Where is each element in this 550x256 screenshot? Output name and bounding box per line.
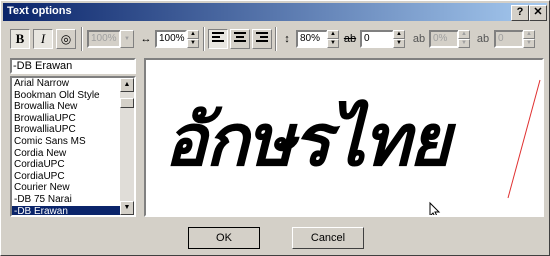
subscript-spinner: ▲ ▼ xyxy=(458,30,470,48)
subscript-field: 0% xyxy=(429,30,459,48)
close-button[interactable]: ✕ xyxy=(529,5,547,21)
char-spacing-icon: ↔ xyxy=(140,33,152,45)
align-center-icon xyxy=(234,32,246,42)
scroll-down-button[interactable]: ▼ xyxy=(120,201,134,215)
align-left-button[interactable] xyxy=(208,29,228,49)
ok-button[interactable]: OK xyxy=(188,227,260,249)
toolbar-separator xyxy=(275,27,277,51)
slant-guide-line xyxy=(507,79,541,199)
help-button[interactable]: ? xyxy=(511,5,529,21)
window-title: Text options xyxy=(7,5,72,17)
align-center-button[interactable] xyxy=(230,29,250,49)
width-scale-field: 100% xyxy=(87,30,121,48)
font-list[interactable]: Arial Narrow Bookman Old Style Browallia N… xyxy=(10,76,136,217)
text-options-dialog: Text options ? ✕ B I ◎ 100% ▼ ↔ 100% ▲ ▼ … xyxy=(0,0,550,256)
font-list-item[interactable]: Bookman Old Style xyxy=(12,90,134,102)
align-right-button[interactable] xyxy=(252,29,272,49)
kerning-field[interactable]: 0 xyxy=(360,30,394,48)
mouse-cursor-icon xyxy=(429,201,441,215)
font-list-item[interactable]: -DB 75 Narai xyxy=(12,194,134,206)
preview-guides xyxy=(429,79,541,215)
subscript-icon: ab xyxy=(412,33,426,45)
outline-button[interactable]: ◎ xyxy=(56,29,76,49)
char-spacing-field[interactable]: 100% xyxy=(155,30,187,48)
char-spacing-spinner[interactable]: ▲ ▼ xyxy=(187,30,199,48)
scroll-thumb[interactable] xyxy=(120,98,134,108)
bold-button[interactable]: B xyxy=(10,29,30,49)
text-preview: อักษรไทย xyxy=(144,58,544,217)
font-name-input[interactable]: -DB Erawan xyxy=(10,58,136,74)
superscript-icon: ab xyxy=(476,33,490,45)
scroll-up-button[interactable]: ▲ xyxy=(120,78,134,92)
title-bar[interactable]: Text options ? ✕ xyxy=(3,3,547,21)
cancel-button[interactable]: Cancel xyxy=(292,227,364,249)
font-list-items: Arial Narrow Bookman Old Style Browallia N… xyxy=(12,78,134,215)
kerning-icon: ab xyxy=(343,33,357,45)
italic-button[interactable]: I xyxy=(33,29,53,49)
font-list-item[interactable]: CordiaUPC xyxy=(12,171,134,183)
font-list-item[interactable]: BrowalliaUPC xyxy=(12,124,134,136)
font-list-item[interactable]: Arial Narrow xyxy=(12,78,134,90)
align-left-icon xyxy=(212,32,224,42)
font-list-item[interactable]: Cordia New xyxy=(12,148,134,160)
font-list-item[interactable]: BrowalliaUPC xyxy=(12,113,134,125)
superscript-field: 0 xyxy=(494,30,524,48)
font-list-item[interactable]: Browallia New xyxy=(12,101,134,113)
line-spacing-field[interactable]: 80% xyxy=(296,30,328,48)
kerning-spinner[interactable]: ▲ ▼ xyxy=(393,30,405,48)
font-list-item[interactable]: Courier New xyxy=(12,182,134,194)
font-list-scrollbar[interactable]: ▲ ▼ xyxy=(120,78,134,215)
superscript-spinner: ▲ ▼ xyxy=(523,30,535,48)
font-list-item[interactable]: CordiaUPC xyxy=(12,159,134,171)
line-spacing-spinner[interactable]: ▲ ▼ xyxy=(327,30,339,48)
align-right-icon xyxy=(256,32,268,42)
font-list-item[interactable]: -DB Erawan xyxy=(12,205,134,215)
font-list-item[interactable]: Comic Sans MS xyxy=(12,136,134,148)
toolbar-separator xyxy=(203,27,205,51)
line-spacing-icon: ↕ xyxy=(284,33,290,45)
width-scale-dropdown: ▼ xyxy=(120,30,134,48)
toolbar-separator xyxy=(81,27,83,51)
